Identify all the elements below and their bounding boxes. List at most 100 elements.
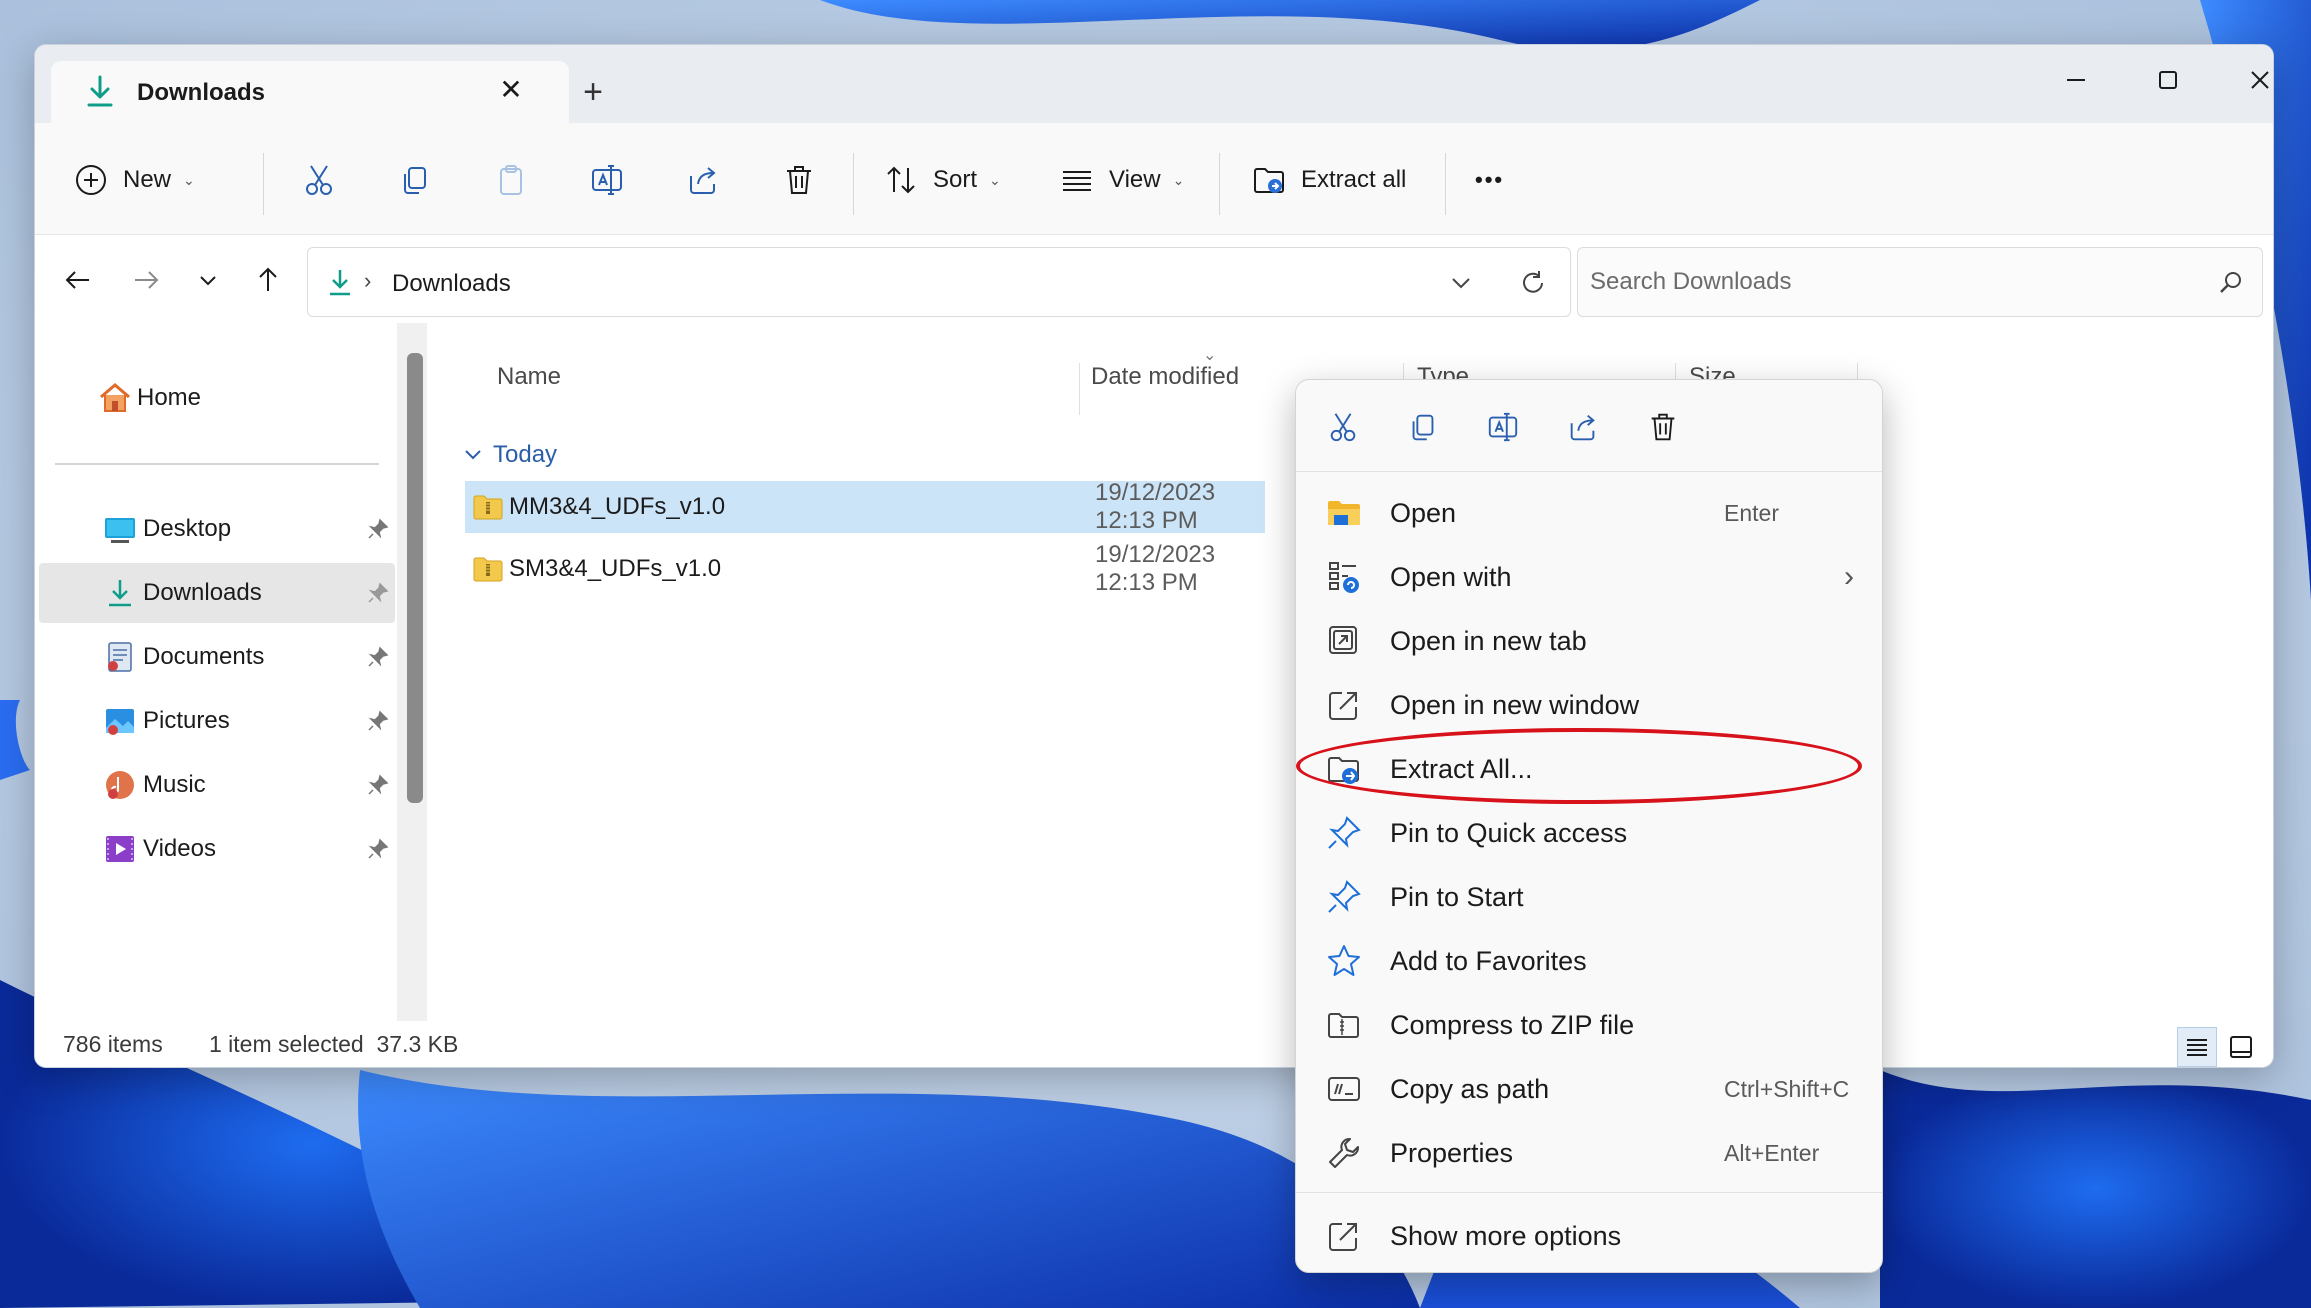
rename-button[interactable]	[589, 151, 625, 209]
menu-item-open-with[interactable]: Open with ›	[1304, 547, 1876, 607]
sidebar-item-label: Downloads	[143, 579, 262, 606]
wrench-icon	[1329, 1138, 1359, 1168]
context-copy-button[interactable]	[1398, 402, 1448, 452]
menu-item-open[interactable]: Open Enter	[1304, 483, 1876, 543]
trash-icon	[1651, 413, 1675, 441]
back-button[interactable]	[55, 257, 101, 303]
menu-item-add-favorites[interactable]: Add to Favorites	[1304, 931, 1876, 991]
context-share-button[interactable]	[1558, 402, 1608, 452]
folder-open-icon	[1328, 501, 1360, 525]
sidebar-item-desktop[interactable]: Desktop	[39, 499, 395, 559]
extract-all-button[interactable]: Extract all	[1251, 151, 1406, 209]
minimize-button[interactable]	[2043, 55, 2109, 105]
pin-icon[interactable]	[367, 710, 389, 732]
menu-item-open-new-tab[interactable]: Open in new tab	[1304, 611, 1876, 671]
plus-circle-icon	[76, 165, 106, 195]
scissors-icon	[306, 165, 332, 195]
breadcrumb[interactable]: Downloads	[392, 270, 511, 298]
menu-item-label: Extract All...	[1390, 753, 1533, 784]
sidebar-item-downloads[interactable]: Downloads	[39, 563, 395, 623]
menu-item-label: Compress to ZIP file	[1390, 1009, 1635, 1040]
toolbar-divider	[263, 153, 264, 215]
up-button[interactable]	[245, 257, 291, 303]
context-delete-button[interactable]	[1638, 402, 1688, 452]
pin-icon[interactable]	[367, 646, 389, 668]
list-view-icon	[1063, 171, 1091, 191]
details-view-button[interactable]	[2177, 1027, 2217, 1067]
column-header-name[interactable]: Name	[497, 363, 561, 391]
maximize-button[interactable]	[2135, 55, 2201, 105]
sort-button[interactable]: Sort ⌄	[883, 151, 1001, 209]
search-icon[interactable]	[2218, 270, 2244, 296]
more-options-button[interactable]: •••	[1475, 151, 1504, 209]
sidebar-item-documents[interactable]: Documents	[39, 627, 395, 687]
chevron-down-icon: ⌄	[1172, 171, 1185, 188]
sidebar-item-home[interactable]: Home	[97, 381, 201, 415]
sidebar-scrollbar[interactable]	[397, 323, 427, 1021]
toolbar-divider	[853, 153, 854, 215]
address-bar[interactable]: › Downloads	[307, 247, 1571, 317]
menu-item-extract-all[interactable]: Extract All...	[1304, 739, 1876, 799]
new-tab-button[interactable]: +	[565, 67, 621, 117]
menu-item-label: Open in new window	[1390, 689, 1640, 720]
chevron-down-icon: ⌄	[989, 171, 1001, 188]
menu-item-label: Pin to Start	[1390, 881, 1524, 912]
column-header-date[interactable]: Date modified	[1091, 363, 1239, 391]
sidebar-divider	[55, 463, 379, 465]
zip-folder-icon	[473, 557, 503, 582]
menu-item-copy-path[interactable]: Copy as path Ctrl+Shift+C	[1304, 1059, 1876, 1119]
menu-item-compress-zip[interactable]: Compress to ZIP file	[1304, 995, 1876, 1055]
sidebar-item-label: Music	[143, 771, 206, 798]
pin-icon[interactable]	[367, 518, 389, 540]
recent-locations-button[interactable]	[185, 257, 231, 303]
sidebar-item-music[interactable]: Music	[39, 755, 395, 815]
search-input[interactable]	[1578, 248, 2262, 316]
tab-downloads[interactable]: Downloads ✕	[51, 61, 569, 125]
paste-button[interactable]	[493, 151, 529, 209]
scrollbar-thumb[interactable]	[407, 353, 423, 803]
file-explorer-window: Downloads ✕ + New ⌄ Sort ⌄ View ⌄ Extrac…	[34, 44, 2274, 1068]
delete-button[interactable]	[781, 151, 817, 209]
close-window-button[interactable]	[2227, 55, 2273, 105]
sort-label: Sort	[933, 166, 978, 193]
file-date: 19/12/2023 12:13 PM	[1095, 479, 1216, 534]
menu-item-properties[interactable]: Properties Alt+Enter	[1304, 1123, 1876, 1183]
chevron-down-icon: ⌄	[183, 171, 195, 188]
menu-item-pin-quick-access[interactable]: Pin to Quick access	[1304, 803, 1876, 863]
context-cut-button[interactable]	[1318, 402, 1368, 452]
pin-icon[interactable]	[367, 582, 389, 604]
menu-item-show-more[interactable]: Show more options	[1304, 1206, 1876, 1266]
refresh-icon[interactable]	[1518, 268, 1548, 298]
pin-icon[interactable]	[367, 774, 389, 796]
share-button[interactable]	[685, 151, 721, 209]
copy-icon	[1412, 414, 1434, 441]
download-icon	[330, 270, 350, 296]
column-divider[interactable]	[1079, 363, 1080, 415]
menu-item-pin-start[interactable]: Pin to Start	[1304, 867, 1876, 927]
menu-item-label: Open with	[1390, 561, 1512, 592]
close-tab-icon[interactable]: ✕	[491, 69, 531, 109]
preview-view-button[interactable]	[2221, 1027, 2261, 1067]
command-bar: New ⌄ Sort ⌄ View ⌄ Extract all •••	[35, 123, 2273, 235]
pin-icon[interactable]	[367, 838, 389, 860]
sidebar-item-videos[interactable]: Videos	[39, 819, 395, 879]
menu-item-label: Pin to Quick access	[1390, 817, 1628, 848]
view-label: View	[1109, 166, 1161, 193]
copy-button[interactable]	[397, 151, 433, 209]
menu-item-label: Add to Favorites	[1390, 945, 1587, 976]
menu-item-shortcut: Ctrl+Shift+C	[1724, 1075, 1850, 1102]
table-row[interactable]: MM3&4_UDFs_v1.0 19/12/2023 12:13 PM	[465, 479, 1265, 534]
context-rename-button[interactable]	[1478, 402, 1528, 452]
zip-folder-icon	[1328, 1013, 1359, 1038]
view-button[interactable]: View ⌄	[1059, 151, 1184, 209]
sidebar-item-pictures[interactable]: Pictures	[39, 691, 395, 751]
group-header-today[interactable]: Today	[463, 441, 557, 469]
chevron-down-icon[interactable]	[1448, 270, 1474, 296]
menu-item-open-new-window[interactable]: Open in new window	[1304, 675, 1876, 735]
new-button[interactable]: New ⌄	[73, 151, 195, 209]
cut-button[interactable]	[301, 151, 337, 209]
forward-button[interactable]	[123, 257, 169, 303]
new-tab-icon	[1329, 626, 1357, 654]
tab-title: Downloads	[137, 79, 266, 106]
table-row[interactable]: SM3&4_UDFs_v1.0 19/12/2023 12:13 PM	[465, 541, 1265, 596]
